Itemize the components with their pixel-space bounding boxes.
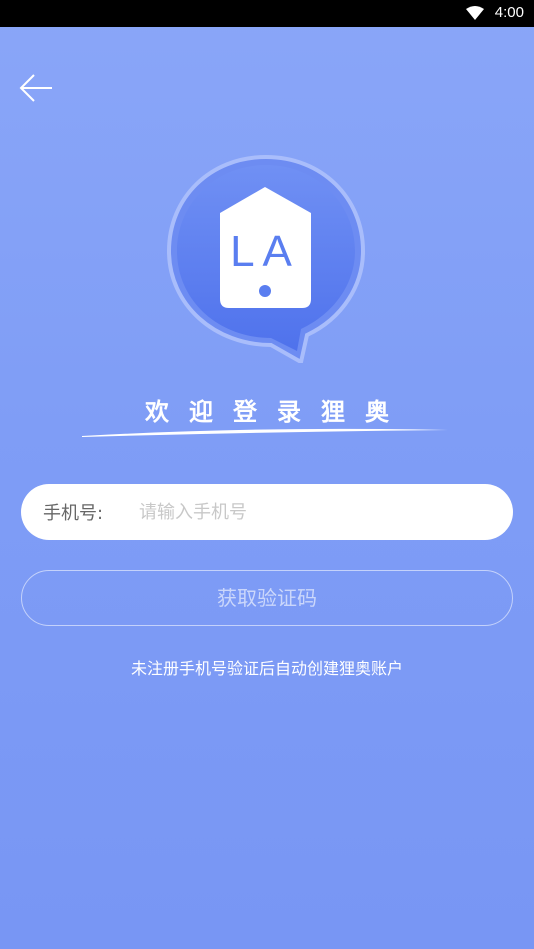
- status-time: 4:00: [494, 4, 524, 21]
- get-code-button[interactable]: 获取验证码: [21, 570, 513, 626]
- phone-field: 手机号:: [21, 484, 513, 540]
- logo-text: LA: [230, 227, 300, 276]
- title-underline-swoosh: [82, 428, 448, 437]
- phone-label: 手机号:: [43, 503, 104, 524]
- register-hint: 未注册手机号验证后自动创建狸奥账户: [130, 659, 403, 678]
- wifi-icon: [466, 6, 484, 20]
- arrow-left-icon[interactable]: [18, 70, 54, 106]
- phone-input[interactable]: [137, 500, 481, 524]
- welcome-title: 欢迎登录狸奥: [145, 397, 409, 426]
- logo-icon: LA: [166, 155, 366, 363]
- status-bar: 4:00: [0, 0, 534, 27]
